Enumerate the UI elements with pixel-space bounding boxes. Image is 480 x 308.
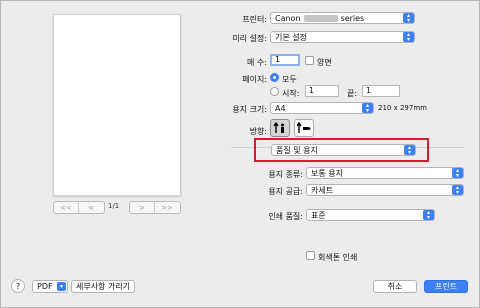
- paper-source-value: 카세트: [311, 185, 334, 195]
- copies-label: 매 수:: [247, 58, 267, 67]
- paper-size-value: A4: [275, 103, 286, 113]
- copies-field[interactable]: 1: [270, 54, 300, 66]
- popup-arrows-icon: ▴ ▾: [362, 103, 373, 114]
- pages-label: 페이지:: [242, 75, 267, 84]
- next-page-button[interactable]: >: [130, 202, 154, 213]
- pages-to-field[interactable]: 1: [362, 85, 400, 97]
- paper-size-popup[interactable]: A4 ▴ ▾: [270, 102, 374, 114]
- printer-label: 프린터:: [242, 15, 267, 24]
- page-indicator: 1/1: [108, 202, 120, 210]
- printer-model: series: [340, 13, 365, 23]
- two-sided-checkbox[interactable]: [305, 56, 314, 65]
- print-button[interactable]: 프린트: [424, 280, 468, 293]
- print-quality-popup[interactable]: 표준 ▴ ▾: [306, 209, 435, 221]
- print-quality-value: 표준: [311, 210, 326, 220]
- media-type-label: 용지 종류:: [268, 170, 303, 179]
- redacted-model-name: [303, 14, 338, 22]
- portrait-person-icon: [273, 122, 284, 133]
- previous-page-button[interactable]: <: [78, 202, 103, 213]
- popup-arrows-icon: ▴ ▾: [403, 13, 414, 24]
- paper-source-label: 용지 공급:: [268, 187, 303, 196]
- popup-arrows-icon: ▴ ▾: [403, 32, 414, 43]
- presets-label: 미리 설정:: [232, 34, 267, 43]
- chevron-down-icon: ▾: [57, 282, 66, 291]
- section-value: 품질 및 용지: [276, 145, 318, 155]
- last-page-button[interactable]: >>: [154, 202, 179, 213]
- paper-size-label: 용지 크기:: [232, 105, 267, 114]
- paper-dimensions: 210 x 297mm: [378, 104, 427, 112]
- first-page-button[interactable]: <<: [54, 202, 78, 213]
- grayscale-checkbox[interactable]: [306, 251, 315, 260]
- media-type-popup[interactable]: 보통 용지 ▴ ▾: [306, 167, 464, 179]
- printer-popup[interactable]: Canon series ▴ ▾: [270, 12, 415, 24]
- pages-from-label: 시작:: [282, 89, 300, 98]
- pdf-label: PDF: [37, 282, 53, 291]
- printer-brand: Canon: [275, 13, 301, 23]
- pages-to-label: 끝:: [347, 89, 358, 98]
- media-type-value: 보통 용지: [311, 168, 343, 178]
- orientation-label: 방향:: [249, 127, 267, 136]
- pages-range-radio[interactable]: [270, 87, 279, 96]
- preview-nav-back-group: << <: [53, 201, 105, 214]
- pages-all-radio[interactable]: [270, 73, 279, 82]
- popup-arrows-icon: ▴ ▾: [452, 168, 463, 179]
- print-quality-label: 인쇄 품질:: [268, 212, 303, 221]
- presets-value: 기본 설정: [275, 32, 307, 42]
- popup-arrows-icon: ▴ ▾: [423, 210, 434, 221]
- presets-popup[interactable]: 기본 설정 ▴ ▾: [270, 31, 415, 43]
- print-dialog: << < 1/1 > >> 프린터: Canon series ▴ ▾ 미리 설정:…: [0, 0, 480, 308]
- landscape-orientation-button[interactable]: [294, 119, 314, 137]
- pdf-menu-button[interactable]: PDF ▾: [32, 280, 68, 293]
- cancel-button[interactable]: 취소: [373, 280, 417, 293]
- section-popup[interactable]: 품질 및 용지 ▴ ▾: [271, 144, 416, 156]
- popup-arrows-icon: ▴ ▾: [404, 145, 415, 156]
- hide-details-button[interactable]: 세부사항 가리기: [71, 280, 135, 293]
- preview-nav-forward-group: > >>: [129, 201, 181, 214]
- landscape-person-icon: [297, 122, 311, 133]
- paper-source-popup[interactable]: 카세트 ▴ ▾: [306, 184, 464, 196]
- grayscale-label: 회색톤 인쇄: [318, 253, 358, 262]
- two-sided-label: 양면: [317, 58, 332, 67]
- portrait-orientation-button[interactable]: [270, 119, 290, 137]
- pages-all-label: 모두: [282, 75, 297, 84]
- help-button[interactable]: ?: [11, 279, 25, 293]
- pages-from-field[interactable]: 1: [305, 85, 339, 97]
- page-preview: [53, 14, 181, 196]
- popup-arrows-icon: ▴ ▾: [452, 185, 463, 196]
